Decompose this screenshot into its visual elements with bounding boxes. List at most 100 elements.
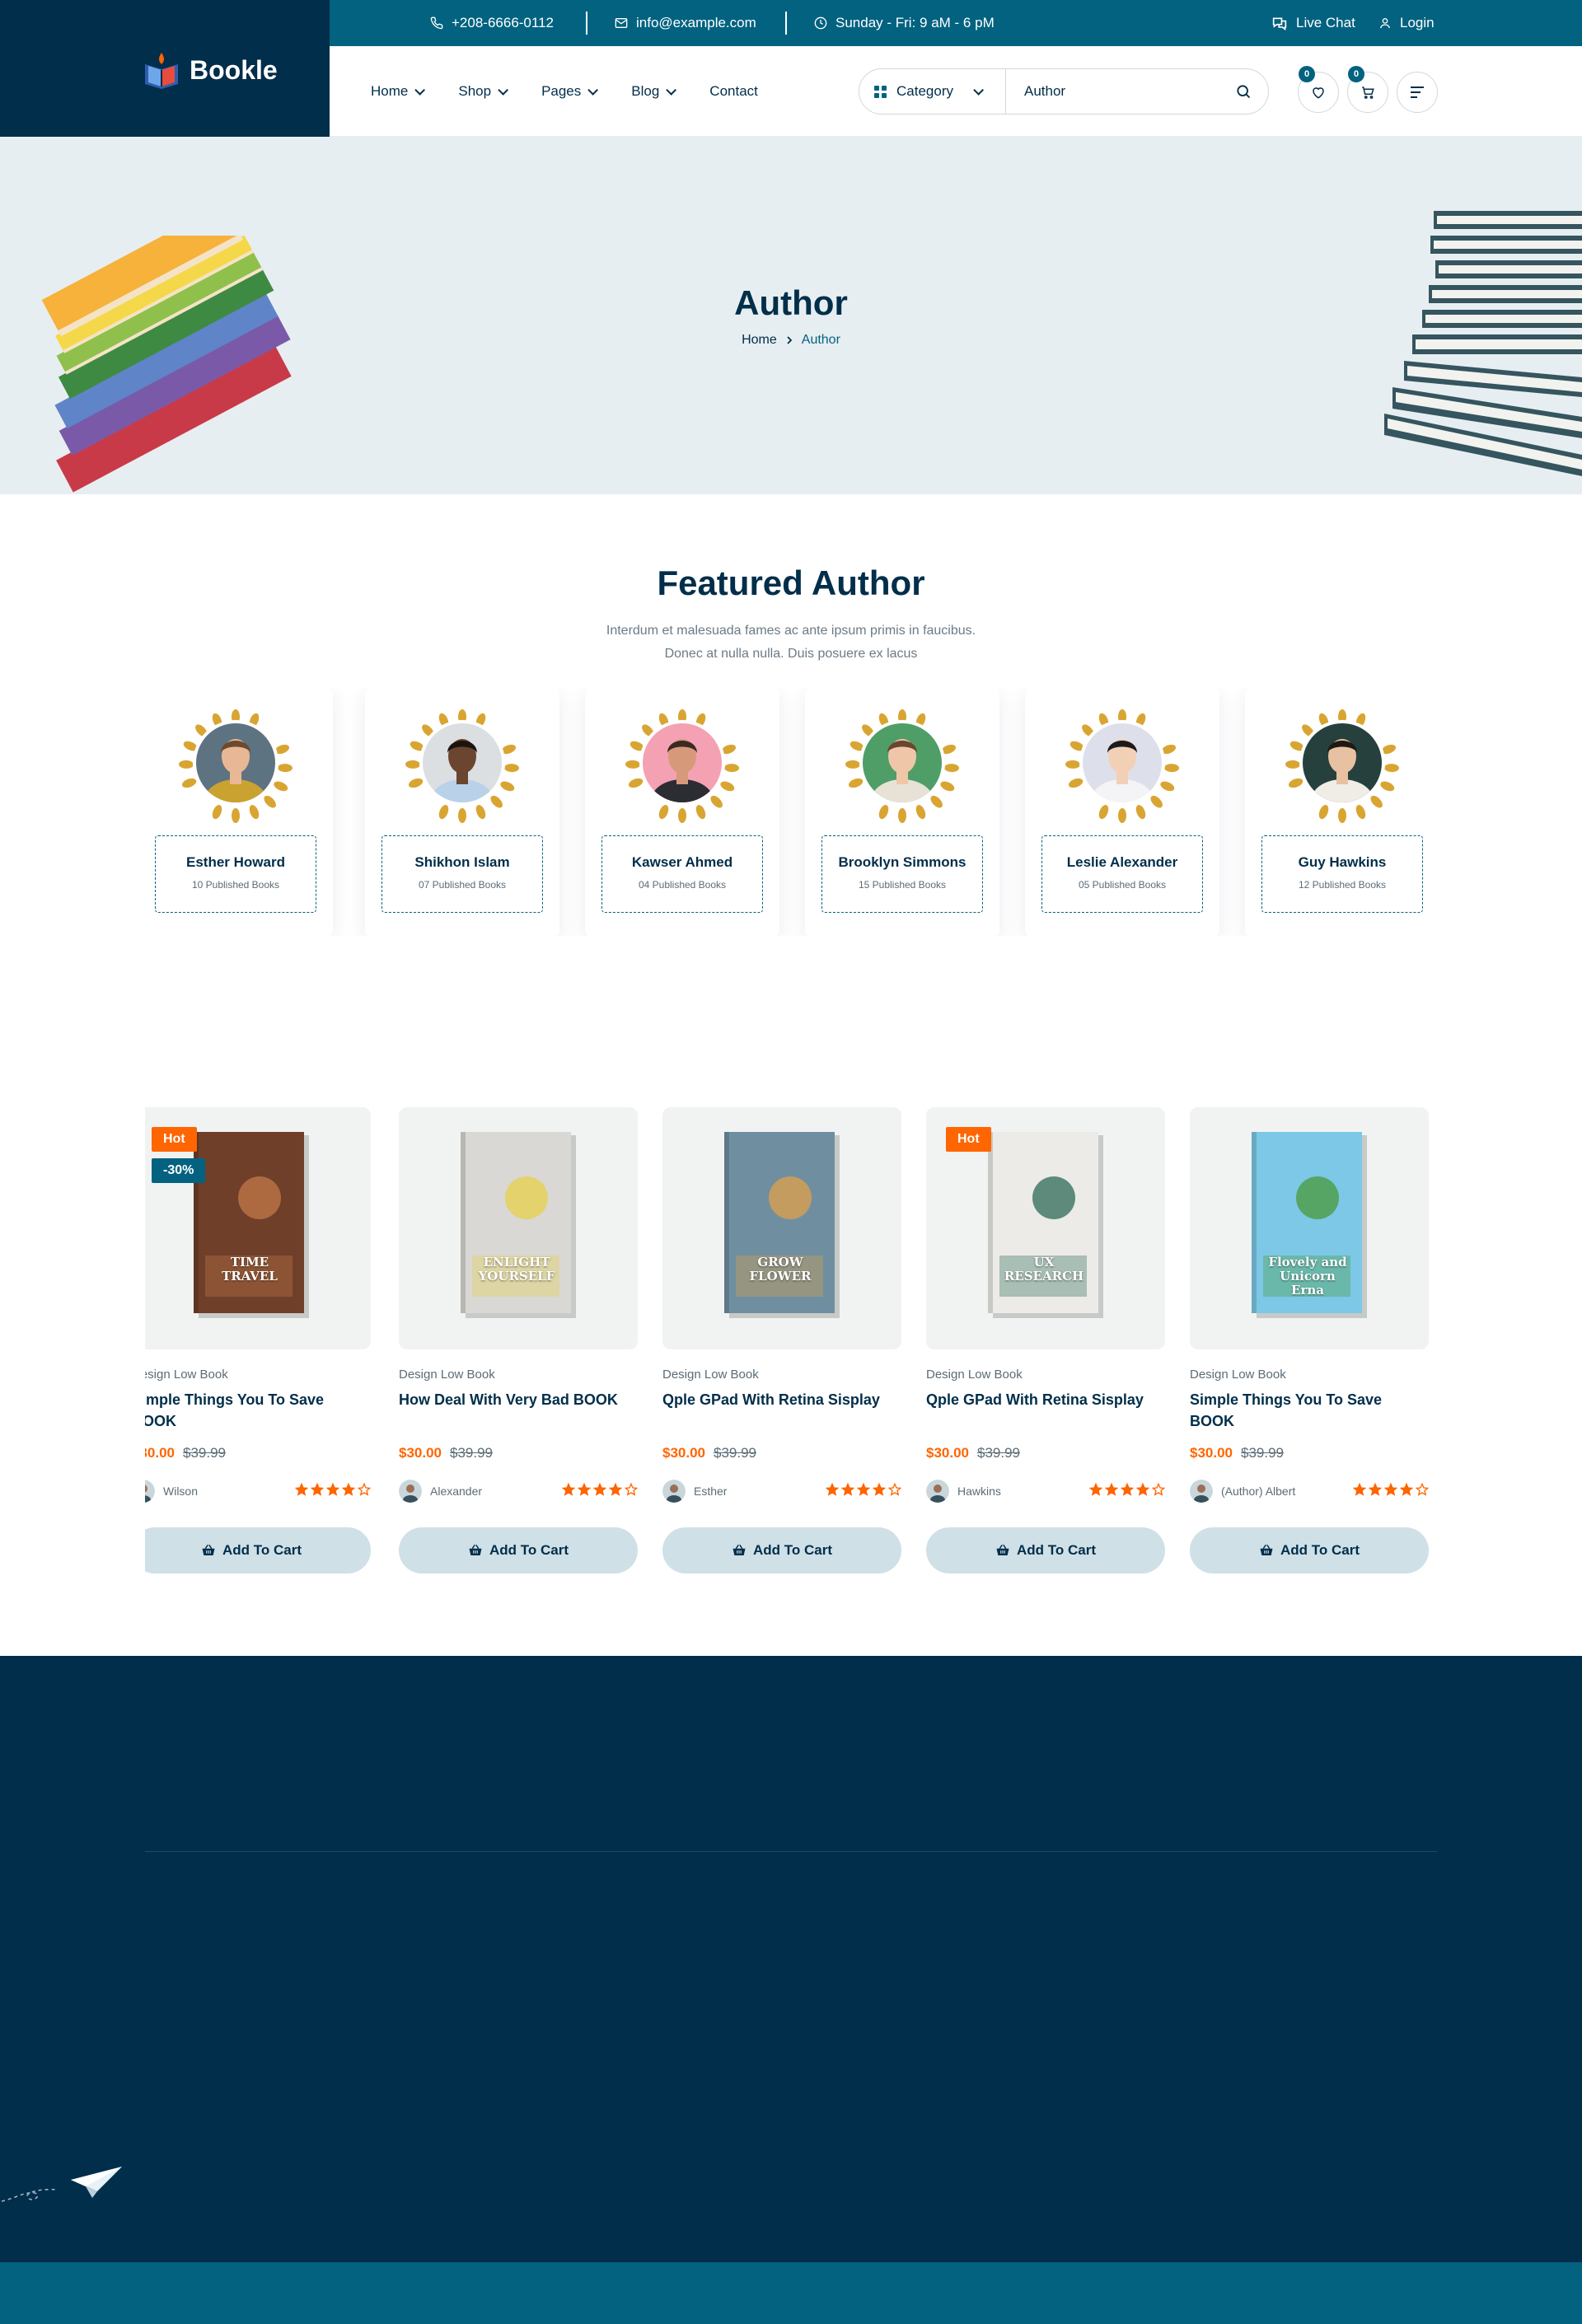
product-category: Design Low Book xyxy=(145,1368,228,1382)
add-to-cart-label[interactable]: Add To Cart xyxy=(1017,1542,1096,1559)
chevron-right-icon xyxy=(787,336,793,344)
email-text[interactable]: info@example.com xyxy=(636,15,756,31)
product-category: Design Low Book xyxy=(1190,1368,1286,1382)
nav-item-pages[interactable]: Pages xyxy=(541,83,599,100)
logo[interactable]: Bookle xyxy=(142,51,278,89)
author-card[interactable]: Kawser Ahmed 04 Published Books xyxy=(585,689,779,936)
login-label[interactable]: Login xyxy=(1400,15,1435,31)
product-title[interactable]: Simple Things You To Save BOOK xyxy=(145,1389,354,1432)
book-cover-title: GROW FLOWER xyxy=(749,1255,812,1284)
product-author-name[interactable]: Alexander xyxy=(430,1485,482,1498)
add-to-cart-button[interactable]: Add To Cart xyxy=(399,1527,638,1573)
nav-label[interactable]: Contact xyxy=(709,83,758,100)
search-input[interactable] xyxy=(1006,69,1219,114)
product-title[interactable]: Qple GPad With Retina Sisplay xyxy=(662,1389,885,1410)
product-price: $30.00 $39.99 xyxy=(145,1445,226,1461)
product-author-name[interactable]: Wilson xyxy=(163,1485,198,1498)
product-image[interactable]: TIME TRAVEL Hot -30% xyxy=(145,1107,371,1349)
product-author-name[interactable]: Esther xyxy=(694,1485,727,1498)
author-name[interactable]: Leslie Alexander xyxy=(1042,854,1202,871)
author-published-books: 12 Published Books xyxy=(1298,879,1387,891)
add-to-cart-button[interactable]: Add To Cart xyxy=(145,1527,371,1573)
featured-author-title: Featured Author xyxy=(657,563,925,602)
author-card[interactable]: Brooklyn Simmons 15 Published Books xyxy=(805,689,999,936)
live-chat-label[interactable]: Live Chat xyxy=(1296,15,1355,31)
author-card[interactable]: Shikhon Islam 07 Published Books xyxy=(365,689,559,936)
nav-item-blog[interactable]: Blog xyxy=(631,83,677,100)
star-empty-icon xyxy=(358,1483,371,1496)
author-name[interactable]: Esther Howard xyxy=(156,854,316,871)
search-button[interactable] xyxy=(1219,69,1268,114)
product-author[interactable]: Hawkins xyxy=(926,1480,1001,1503)
wishlist-button[interactable]: 0 xyxy=(1298,66,1339,113)
author-published-books: 07 Published Books xyxy=(418,879,507,891)
price-current: $30.00 xyxy=(145,1445,175,1461)
topbar-phone[interactable]: +208-6666-0112 xyxy=(430,0,554,46)
chevron-down-icon xyxy=(973,84,984,96)
author-card[interactable]: Esther Howard 10 Published Books xyxy=(145,689,333,936)
product-author[interactable]: Alexander xyxy=(399,1480,482,1503)
nav-item-shop[interactable]: Shop xyxy=(458,83,509,100)
cart-button[interactable]: 0 xyxy=(1347,66,1388,113)
add-to-cart-button[interactable]: Add To Cart xyxy=(662,1527,901,1573)
add-to-cart-label[interactable]: Add To Cart xyxy=(222,1542,302,1559)
star-filled-icon xyxy=(342,1483,355,1496)
author-name[interactable]: Shikhon Islam xyxy=(382,854,542,871)
phone-text[interactable]: +208-6666-0112 xyxy=(452,15,554,31)
menu-toggle-button[interactable] xyxy=(1397,72,1438,113)
basket-icon xyxy=(202,1544,215,1555)
price-old: $39.99 xyxy=(714,1445,756,1461)
product-author[interactable]: Esther xyxy=(662,1480,727,1503)
nav-label[interactable]: Shop xyxy=(458,83,491,100)
add-to-cart-button[interactable]: Add To Cart xyxy=(926,1527,1165,1573)
product-image[interactable]: UX RESEARCH Hot xyxy=(926,1107,1165,1349)
product-author[interactable]: (Author) Albert xyxy=(1190,1480,1295,1503)
price-current: $30.00 xyxy=(399,1445,442,1461)
product-image[interactable]: Flovely and Unicorn Erna xyxy=(1190,1107,1429,1349)
category-label[interactable]: Category xyxy=(896,83,953,100)
subtitle-line: Donec at nulla nulla. Duis posuere ex la… xyxy=(664,647,918,661)
product-title[interactable]: Simple Things You To Save BOOK xyxy=(1190,1389,1412,1432)
chevron-down-icon xyxy=(414,84,426,96)
live-chat-link[interactable]: Live Chat xyxy=(1271,0,1355,46)
product-author-name[interactable]: Hawkins xyxy=(957,1485,1001,1498)
price-old: $39.99 xyxy=(977,1445,1020,1461)
author-card[interactable]: Leslie Alexander 05 Published Books xyxy=(1025,689,1219,936)
category-select[interactable]: Category xyxy=(859,69,1006,114)
nav-item-home[interactable]: Home xyxy=(371,83,426,100)
nav-item-contact[interactable]: Contact xyxy=(709,83,758,100)
nav-label[interactable]: Pages xyxy=(541,83,581,100)
author-card[interactable]: Guy Hawkins 12 Published Books xyxy=(1245,689,1437,936)
price-old: $39.99 xyxy=(183,1445,226,1461)
search-icon xyxy=(1237,85,1251,99)
star-filled-icon xyxy=(826,1483,839,1496)
author-name[interactable]: Kawser Ahmed xyxy=(602,854,762,871)
star-filled-icon xyxy=(1384,1483,1397,1496)
add-to-cart-label[interactable]: Add To Cart xyxy=(489,1542,569,1559)
nav-label[interactable]: Home xyxy=(371,83,408,100)
product-author-name[interactable]: (Author) Albert xyxy=(1221,1485,1295,1498)
product-rating xyxy=(1353,1483,1429,1496)
author-published-books: 10 Published Books xyxy=(191,879,280,891)
nav-label[interactable]: Blog xyxy=(631,83,659,100)
star-filled-icon xyxy=(1353,1483,1366,1496)
book-cover-image xyxy=(724,1132,840,1318)
add-to-cart-button[interactable]: Add To Cart xyxy=(1190,1527,1429,1573)
login-link[interactable]: Login xyxy=(1378,0,1435,46)
add-to-cart-label[interactable]: Add To Cart xyxy=(1280,1542,1360,1559)
product-title[interactable]: How Deal With Very Bad BOOK xyxy=(399,1389,621,1410)
breadcrumb-home[interactable]: Home xyxy=(742,333,777,348)
author-name[interactable]: Brooklyn Simmons xyxy=(822,854,982,871)
product-image[interactable]: GROW FLOWER xyxy=(662,1107,901,1349)
author-avatar xyxy=(845,709,959,823)
product-title[interactable]: Qple GPad With Retina Sisplay xyxy=(926,1389,1149,1410)
author-name[interactable]: Guy Hawkins xyxy=(1262,854,1422,871)
add-to-cart-label[interactable]: Add To Cart xyxy=(753,1542,832,1559)
topbar-email[interactable]: info@example.com xyxy=(615,0,756,46)
product-image[interactable]: ENLIGHT YOURSELF xyxy=(399,1107,638,1349)
product-author[interactable]: Wilson xyxy=(145,1480,198,1503)
topbar-divider xyxy=(586,12,587,35)
star-filled-icon xyxy=(1136,1483,1149,1496)
product-rating xyxy=(826,1483,901,1496)
paper-plane-icon xyxy=(1,2167,122,2202)
